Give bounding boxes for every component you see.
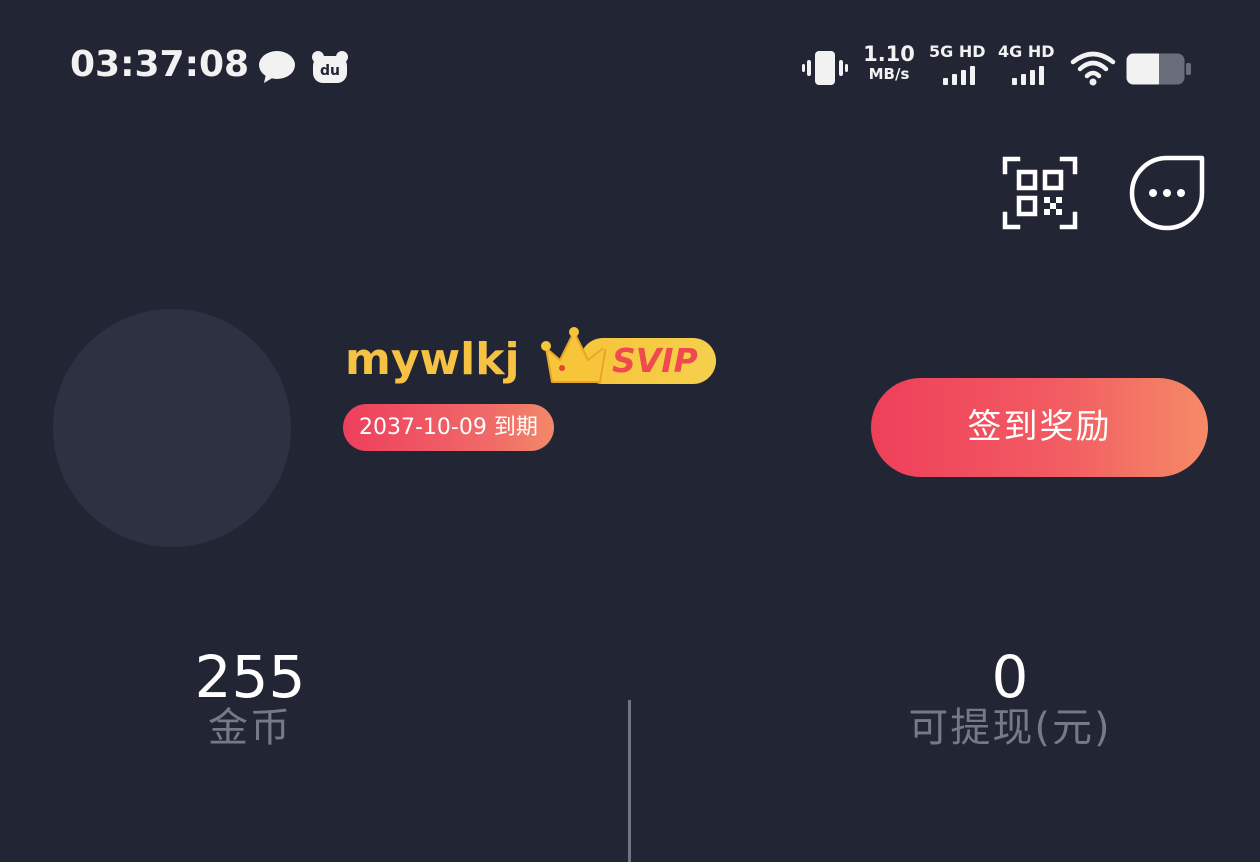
crown-icon	[541, 327, 611, 383]
sim2-label: 4G HD	[998, 42, 1055, 61]
network-speed-unit: MB/s	[868, 65, 910, 83]
chat-bubble-icon	[259, 51, 295, 83]
coins-label: 金币	[208, 705, 292, 751]
message-more-icon[interactable]	[1126, 152, 1208, 234]
sim1-label: 5G HD	[929, 42, 986, 61]
withdrawable-value: 0	[991, 643, 1029, 711]
vibrate-icon	[802, 51, 848, 85]
du-app-icon: du	[312, 51, 348, 83]
avatar[interactable]	[53, 309, 291, 547]
withdrawable-label: 可提现(元)	[908, 705, 1112, 751]
wifi-icon	[1070, 51, 1116, 86]
screen: 03:37:08 du 1.10 MB/s 5G HD 4G HD mywlkj…	[0, 0, 1260, 862]
vip-expiry-badge: 2037-10-09 到期	[343, 404, 554, 451]
withdrawable-stat[interactable]: 0 可提现(元)	[880, 648, 1140, 748]
stats-divider	[628, 700, 631, 862]
username: mywlkj	[345, 334, 520, 385]
svip-label: SVIP	[612, 341, 698, 380]
qr-scan-icon[interactable]	[1002, 156, 1078, 230]
battery-icon	[1126, 53, 1191, 85]
sim2-signal-bars-icon	[1012, 66, 1055, 85]
coins-value: 255	[194, 643, 306, 711]
sim2-signal: 4G HD	[998, 44, 1055, 85]
sim1-signal-bars-icon	[943, 66, 986, 85]
network-speed: 1.10 MB/s	[862, 44, 916, 82]
coins-stat[interactable]: 255 金币	[150, 648, 350, 748]
network-speed-value: 1.10	[863, 42, 915, 66]
sign-in-reward-button[interactable]: 签到奖励	[871, 378, 1208, 477]
svg-text:du: du	[320, 63, 340, 79]
sim1-signal: 5G HD	[929, 44, 986, 85]
svip-badge: SVIP	[540, 326, 720, 388]
status-time: 03:37:08	[70, 44, 250, 85]
